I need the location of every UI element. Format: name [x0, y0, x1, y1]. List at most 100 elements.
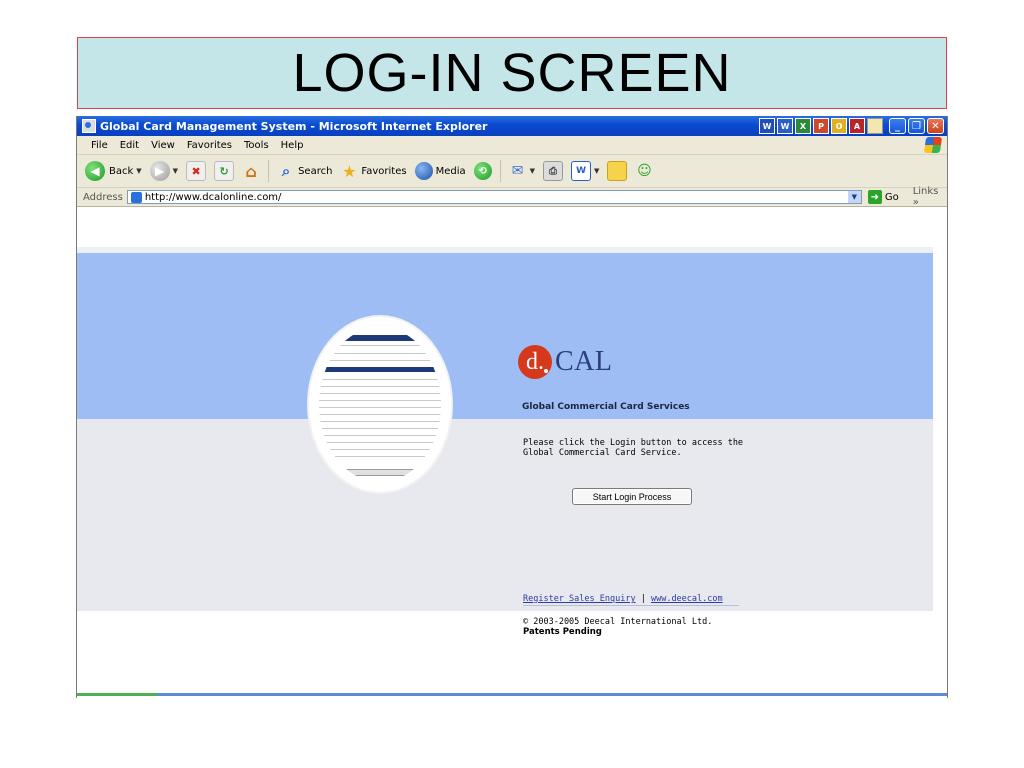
window-title: Global Card Management System - Microsof… [100, 119, 488, 133]
history-icon: ⟲ [473, 162, 492, 180]
login-panel [77, 419, 933, 606]
printer-icon: ⎙ [543, 161, 564, 181]
back-dropdown-icon[interactable]: ▼ [136, 167, 141, 175]
menu-edit[interactable]: Edit [120, 140, 139, 151]
mini-row [319, 414, 441, 415]
ie-icon [82, 119, 96, 133]
tray-icon-1[interactable]: W [759, 118, 775, 134]
dcal-logo: d. CAL [518, 345, 613, 379]
edit-dropdown-icon[interactable]: ▼ [594, 167, 599, 175]
instructions-line-1: Please click the Login button to access … [523, 438, 744, 448]
mini-row [319, 407, 441, 408]
mini-row [319, 386, 441, 387]
footer-rule [523, 605, 739, 606]
mini-button-row [344, 469, 416, 476]
go-arrow-icon: ➜ [867, 190, 882, 204]
excel-icon[interactable]: X [795, 118, 811, 134]
home-icon: ⌂ [245, 161, 257, 181]
back-label: Back [109, 165, 134, 177]
address-label: Address [83, 191, 123, 203]
forward-dropdown-icon[interactable]: ▼ [173, 167, 178, 175]
search-button[interactable]: ⌕ Search [277, 162, 333, 180]
address-url[interactable]: http://www.dcalonline.com/ [145, 192, 282, 203]
mini-row [319, 400, 441, 401]
home-button[interactable]: ⌂ [242, 161, 260, 181]
edit-button[interactable]: W ▼ [571, 161, 599, 181]
print-button[interactable]: ⎙ [543, 161, 564, 181]
slide-title: LOG-IN SCREEN [77, 37, 947, 109]
mini-row [319, 393, 441, 394]
logo-wordmark: CAL [555, 346, 613, 377]
menu-file[interactable]: File [91, 140, 108, 151]
close-button[interactable]: ✕ [927, 118, 944, 134]
menu-tools[interactable]: Tools [244, 140, 269, 151]
standard-toolbar: ◀ Back ▼ ▶ ▼ ✖ ↻ ⌂ ⌕ Search ★ Favorites … [77, 155, 947, 188]
mini-row [319, 379, 441, 380]
search-label: Search [298, 165, 333, 177]
messenger-icon: ☺ [637, 163, 652, 179]
address-input[interactable]: http://www.dcalonline.com/ ▼ [126, 190, 862, 204]
note-icon [607, 161, 628, 181]
messenger-button[interactable]: ☺ [635, 162, 653, 180]
address-dropdown-icon[interactable]: ▼ [847, 191, 861, 203]
login-instructions: Please click the Login button to access … [523, 438, 753, 458]
outlook-icon[interactable]: O [831, 118, 847, 134]
window-titlebar[interactable]: Global Card Management System - Microsof… [77, 116, 947, 136]
refresh-icon: ↻ [214, 161, 235, 181]
go-button[interactable]: ➜ Go [867, 190, 899, 204]
links-label: Links [912, 186, 939, 197]
logo-mark: d. [518, 345, 552, 379]
address-bar: Address http://www.dcalonline.com/ ▼ ➜ G… [77, 186, 947, 208]
status-bar-edge [77, 693, 947, 696]
notepad-icon[interactable] [867, 118, 883, 134]
window-controls: _ ❐ ✕ [889, 118, 944, 134]
search-icon: ⌕ [281, 162, 291, 180]
favorites-label: Favorites [361, 165, 407, 177]
media-button[interactable]: Media [414, 162, 466, 180]
windows-logo-icon [923, 137, 943, 153]
mail-dropdown-icon[interactable]: ▼ [530, 167, 535, 175]
toolbar-separator [268, 160, 270, 182]
copyright-text: © 2003-2005 Deecal International Ltd. [523, 617, 713, 627]
start-login-button[interactable]: Start Login Process [572, 488, 692, 505]
mini-nav-bar [319, 335, 441, 341]
links-button[interactable]: Links » [913, 186, 947, 208]
back-arrow-icon: ◀ [85, 161, 105, 181]
mini-row [319, 435, 441, 436]
mini-table-header [319, 367, 441, 372]
titlebar-tray: W W X P O A [759, 118, 883, 134]
mini-row [319, 360, 441, 361]
deecal-website-link[interactable]: www.deecal.com [651, 594, 723, 604]
magnified-table-image [319, 327, 441, 482]
patents-text: Patents Pending [523, 627, 602, 637]
footer-links: Register Sales Enquiry | www.deecal.com [523, 594, 723, 604]
minimize-button[interactable]: _ [889, 118, 906, 134]
refresh-button[interactable]: ↻ [214, 161, 235, 181]
word-icon[interactable]: W [777, 118, 793, 134]
mail-button[interactable]: ✉ ▼ [509, 162, 535, 180]
link-separator: | [640, 594, 646, 604]
footer-divider [77, 606, 933, 611]
menu-view[interactable]: View [151, 140, 175, 151]
powerpoint-icon[interactable]: P [813, 118, 829, 134]
instructions-line-2: Global Commercial Card Service. [523, 448, 682, 458]
mini-row [319, 442, 441, 443]
stop-button[interactable]: ✖ [186, 161, 207, 181]
register-sales-enquiry-link[interactable]: Register Sales Enquiry [523, 594, 636, 604]
favorites-star-icon: ★ [342, 161, 357, 181]
forward-arrow-icon: ▶ [149, 161, 170, 181]
acrobat-icon[interactable]: A [849, 118, 865, 134]
history-button[interactable]: ⟲ [473, 162, 492, 180]
magnified-screenshot-image [309, 317, 451, 492]
forward-button[interactable]: ▶ ▼ [149, 161, 178, 181]
restore-button[interactable]: ❐ [908, 118, 925, 134]
hero-band [77, 253, 933, 419]
menu-favorites[interactable]: Favorites [187, 140, 232, 151]
discuss-button[interactable] [607, 161, 628, 181]
browser-window: Global Card Management System - Microsof… [76, 116, 948, 698]
favorites-button[interactable]: ★ Favorites [340, 161, 407, 181]
mini-row [319, 456, 441, 457]
back-button[interactable]: ◀ Back ▼ [85, 161, 142, 181]
mail-icon: ✉ [511, 163, 524, 179]
menu-help[interactable]: Help [281, 140, 304, 151]
